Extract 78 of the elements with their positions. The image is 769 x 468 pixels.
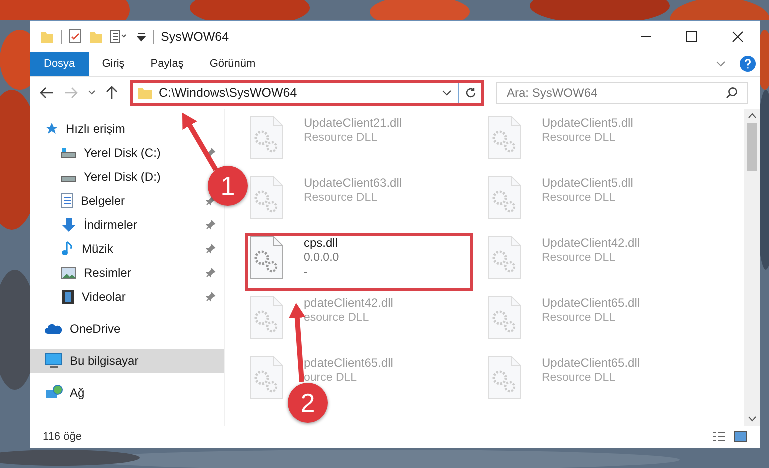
- file-detail: Resource DLL: [304, 131, 379, 146]
- sidebar-item[interactable]: Yerel Disk (C:): [30, 141, 161, 165]
- file-name: UpdateClient21.dll: [304, 116, 402, 131]
- window-title: SysWOW64: [161, 30, 230, 44]
- sidebar-item[interactable]: Resimler: [30, 261, 132, 285]
- up-arrow-icon[interactable]: [106, 86, 118, 100]
- pin-icon[interactable]: [206, 148, 216, 158]
- scroll-up-icon[interactable]: [748, 113, 756, 119]
- chevron-down-icon[interactable]: [442, 89, 452, 97]
- sidebar-item[interactable]: Hızlı erişim: [30, 117, 126, 141]
- file-detail: Resource DLL: [542, 311, 617, 326]
- file-name: UpdateClient65.dll: [542, 356, 640, 371]
- file-name: pdateClient42.dll: [304, 296, 394, 311]
- address-path: C:\Windows\SysWOW64: [159, 86, 298, 100]
- star-icon: [45, 122, 59, 136]
- ribbon-tab[interactable]: Paylaş: [138, 52, 197, 76]
- file-detail: Resource DLL: [542, 131, 617, 146]
- network-icon: [45, 385, 63, 401]
- pin-icon[interactable]: [206, 220, 216, 230]
- dropdown-icon[interactable]: [137, 32, 146, 42]
- computer-icon: [45, 353, 63, 369]
- pin-icon[interactable]: [206, 292, 216, 302]
- arrow: [182, 112, 218, 172]
- file-detail: Resource DLL: [542, 191, 617, 206]
- pin-icon[interactable]: [206, 268, 216, 278]
- scroll-thumb[interactable]: [747, 123, 757, 171]
- help-icon[interactable]: [740, 56, 756, 72]
- ribbon-tab[interactable]: Dosya: [30, 52, 90, 76]
- film-icon: [61, 289, 75, 305]
- file-detail: esource DLL: [304, 311, 370, 326]
- scrollbar[interactable]: [744, 109, 760, 426]
- file-name: pdateClient65.dll: [304, 356, 394, 371]
- file-tile[interactable]: cps.dll 0.0.0.0 -: [245, 233, 473, 291]
- search-field[interactable]: Ara: SysWOW64: [496, 82, 748, 104]
- file-detail: -: [304, 266, 309, 281]
- file-detail: Resource DLL: [542, 371, 617, 386]
- chevron-down-icon[interactable]: [88, 90, 96, 96]
- maximize-icon[interactable]: [686, 30, 698, 42]
- file-detail: ource DLL: [304, 371, 358, 386]
- cloud-icon: [45, 323, 63, 335]
- item-count: 116 öğe: [43, 431, 82, 443]
- file-name: UpdateClient5.dll: [542, 176, 634, 191]
- drive-icon: [61, 147, 77, 159]
- refresh-icon[interactable]: [465, 87, 477, 99]
- address-bar[interactable]: C:\Windows\SysWOW64: [130, 80, 484, 106]
- sidebar-item[interactable]: İndirmeler: [30, 213, 138, 237]
- image-icon: [61, 266, 77, 280]
- sidebar-item[interactable]: OneDrive: [30, 317, 121, 341]
- scroll-down-icon[interactable]: [748, 416, 756, 422]
- back-arrow-icon[interactable]: [40, 87, 54, 99]
- pin-icon[interactable]: [206, 244, 216, 254]
- thumbnail-view-icon[interactable]: [734, 431, 748, 443]
- ribbon-tab[interactable]: Giriş: [89, 52, 138, 76]
- search-icon[interactable]: [726, 87, 738, 99]
- forward-arrow-icon[interactable]: [64, 87, 78, 99]
- sidebar-item[interactable]: Müzik: [30, 237, 114, 261]
- sidebar-item[interactable]: Ağ: [30, 381, 85, 405]
- document-icon: [61, 193, 74, 209]
- file-detail: Resource DLL: [304, 191, 379, 206]
- sidebar-item[interactable]: Belgeler: [30, 189, 126, 213]
- close-icon[interactable]: [732, 30, 744, 42]
- sidebar-item[interactable]: Bu bilgisayar: [30, 349, 224, 373]
- file-detail: 0.0.0.0: [304, 251, 340, 266]
- file-name: UpdateClient5.dll: [542, 116, 634, 131]
- file-name: cps.dll: [304, 236, 340, 251]
- file-name: UpdateClient63.dll: [304, 176, 402, 191]
- file-name: UpdateClient65.dll: [542, 296, 640, 311]
- download-icon: [61, 217, 77, 233]
- file-detail: Resource DLL: [542, 251, 617, 266]
- file-name: UpdateClient42.dll: [542, 236, 640, 251]
- details-view-icon[interactable]: [712, 431, 726, 443]
- sidebar-item[interactable]: Videolar: [30, 285, 126, 309]
- sidebar-item[interactable]: Yerel Disk (D:): [30, 165, 161, 189]
- gear-file-icon[interactable]: [250, 236, 284, 280]
- checklist-icon[interactable]: [69, 29, 82, 44]
- folder-icon: [137, 86, 153, 100]
- ribbon-tab[interactable]: Görünüm: [196, 52, 269, 76]
- music-note-icon: [61, 241, 75, 257]
